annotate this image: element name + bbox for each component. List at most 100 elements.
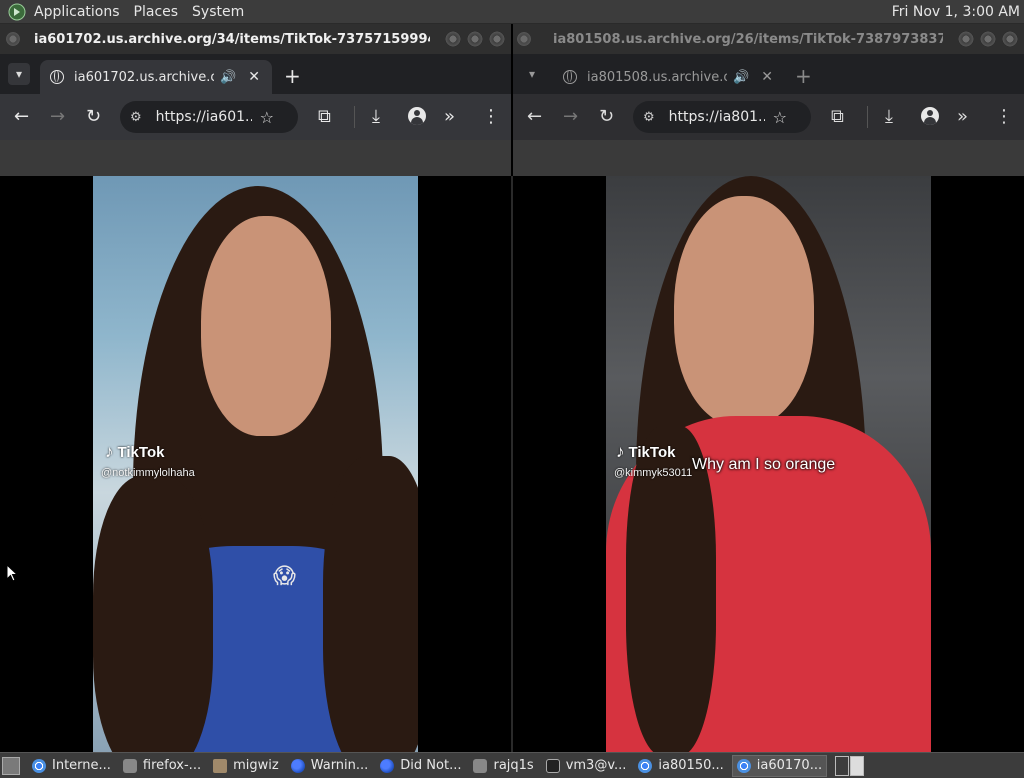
close-window-icon[interactable]	[1002, 31, 1018, 47]
taskbar-item-label: Interne...	[52, 758, 111, 773]
video-frame	[93, 476, 213, 752]
window-titlebar[interactable]: ia601702.us.archive.org/34/items/TikTok-…	[0, 24, 511, 54]
url-text[interactable]: https://ia801...	[669, 109, 765, 125]
globe-icon	[50, 70, 64, 84]
back-icon[interactable]: ←	[527, 106, 542, 128]
tiktok-brand: TikTok	[117, 443, 165, 461]
toolbar-divider	[354, 106, 355, 128]
close-tab-icon[interactable]: ✕	[248, 69, 260, 85]
extensions-icon[interactable]: ⧉	[831, 106, 844, 128]
site-settings-icon[interactable]: ⚙	[643, 110, 655, 125]
bookmark-star-icon[interactable]: ☆	[260, 108, 274, 127]
address-bar[interactable]: ⚙ https://ia801... ☆	[633, 101, 811, 133]
download-icon[interactable]: ⤓	[885, 106, 893, 128]
taskbar-item[interactable]: rajq1s	[469, 755, 537, 777]
speaker-icon[interactable]: 🔊	[733, 70, 749, 85]
tiktok-video-player[interactable]: ♪ TikTok @notkimmylolhaha 😱	[93, 176, 418, 752]
show-desktop-icon[interactable]	[2, 756, 20, 775]
taskbar-item[interactable]: vm3@v...	[542, 755, 631, 777]
video-caption: Why am I so orange	[692, 456, 836, 473]
taskbar-item-label: migwiz	[233, 758, 279, 773]
tiktok-watermark: ♪ TikTok	[105, 442, 164, 462]
new-tab-button[interactable]: +	[795, 64, 812, 88]
right-page-content: ♪ TikTok @kimmyk53011 Why am I so orange	[513, 176, 1024, 752]
close-window-icon[interactable]	[489, 31, 505, 47]
profile-avatar-icon[interactable]	[921, 107, 939, 125]
site-settings-icon[interactable]: ⚙	[130, 110, 142, 125]
menu-kebab-icon[interactable]: ⋮	[995, 106, 1013, 128]
top-panel: Applications Places System Fri Nov 1, 3:…	[0, 0, 1024, 24]
taskbar-item[interactable]: Interne...	[28, 755, 115, 777]
terminal-icon	[545, 758, 560, 773]
document-icon	[122, 758, 137, 773]
reload-icon[interactable]: ↻	[86, 106, 101, 128]
forward-icon[interactable]: →	[563, 106, 578, 128]
chrome-icon	[736, 758, 751, 773]
maximize-icon[interactable]	[980, 31, 996, 47]
tab-strip: ▾ ia801508.us.archive.org/ 🔊 ✕ +	[513, 54, 1024, 94]
taskbar-item-label: rajq1s	[493, 758, 534, 773]
address-bar[interactable]: ⚙ https://ia601... ☆	[120, 101, 298, 133]
download-icon[interactable]: ⤓	[372, 106, 380, 128]
gnome-foot-icon[interactable]	[8, 3, 26, 21]
close-tab-icon[interactable]: ✕	[761, 69, 773, 85]
window-menu-icon[interactable]	[6, 32, 20, 46]
workspace-switcher[interactable]	[835, 755, 865, 776]
extensions-icon[interactable]: ⧉	[318, 106, 331, 128]
left-page-content: ♪ TikTok @notkimmylolhaha 😱	[0, 176, 511, 752]
workspace-2[interactable]	[850, 755, 865, 776]
firefox-icon	[380, 758, 395, 773]
workspace-1[interactable]	[835, 755, 850, 776]
tiktok-brand: TikTok	[628, 443, 676, 461]
forward-icon[interactable]: →	[50, 106, 65, 128]
tiktok-video-player[interactable]: ♪ TikTok @kimmyk53011 Why am I so orange	[606, 176, 931, 752]
tiktok-logo-icon: ♪	[105, 442, 114, 461]
maximize-icon[interactable]	[467, 31, 483, 47]
globe-icon	[563, 70, 577, 84]
taskbar-item[interactable]: ia80150...	[634, 755, 727, 777]
scream-emoji-icon: 😱	[273, 564, 296, 589]
right-browser-window: ia801508.us.archive.org/26/items/TikTok-…	[513, 24, 1024, 176]
reload-icon[interactable]: ↻	[599, 106, 614, 128]
more-tools-icon[interactable]: »	[957, 106, 968, 128]
toolbar-divider	[867, 106, 868, 128]
tab-title: ia801508.us.archive.org/	[587, 69, 727, 85]
profile-avatar-icon[interactable]	[408, 107, 426, 125]
new-tab-button[interactable]: +	[284, 64, 301, 88]
speaker-icon[interactable]: 🔊	[220, 70, 236, 85]
tab-search-icon[interactable]: ▾	[8, 63, 30, 85]
window-menu-icon[interactable]	[517, 32, 531, 46]
taskbar-item-label: ia80150...	[658, 758, 724, 773]
window-titlebar[interactable]: ia801508.us.archive.org/26/items/TikTok-…	[513, 24, 1024, 54]
taskbar-item[interactable]: Warnin...	[287, 755, 373, 777]
tab-search-icon[interactable]: ▾	[521, 63, 543, 85]
tab-strip: ▾ ia601702.us.archive.org/3 🔊 ✕ +	[0, 54, 511, 94]
minimize-icon[interactable]	[958, 31, 974, 47]
menu-kebab-icon[interactable]: ⋮	[482, 106, 500, 128]
system-menu[interactable]: System	[192, 4, 244, 20]
taskbar-item-label: vm3@v...	[565, 758, 627, 773]
taskbar-item-label: firefox-...	[142, 758, 202, 773]
tiktok-logo-icon: ♪	[616, 442, 625, 461]
browser-toolbar: ← → ↻ ⚙ https://ia801... ☆ ⧉ ⤓ » ⋮	[513, 94, 1024, 140]
tab-active[interactable]: ia601702.us.archive.org/3 🔊 ✕	[40, 60, 272, 94]
taskbar-item[interactable]: Did Not...	[376, 755, 465, 777]
minimize-icon[interactable]	[445, 31, 461, 47]
url-text[interactable]: https://ia601...	[156, 109, 252, 125]
more-tools-icon[interactable]: »	[444, 106, 455, 128]
taskbar-item-active[interactable]: ia60170...	[731, 754, 828, 777]
video-frame	[674, 196, 814, 426]
chrome-icon	[32, 758, 46, 773]
document-icon	[473, 758, 488, 773]
tab-active[interactable]: ia801508.us.archive.org/ 🔊 ✕	[553, 60, 785, 94]
bookmark-star-icon[interactable]: ☆	[773, 108, 787, 127]
applications-menu[interactable]: Applications	[34, 4, 120, 20]
places-menu[interactable]: Places	[134, 4, 179, 20]
tiktok-handle: @kimmyk53011	[614, 467, 693, 479]
taskbar-item[interactable]: migwiz	[209, 755, 283, 777]
taskbar-item[interactable]: firefox-...	[119, 755, 205, 777]
back-icon[interactable]: ←	[14, 106, 29, 128]
tiktok-watermark: ♪ TikTok	[616, 442, 675, 462]
clock[interactable]: Fri Nov 1, 3:00 AM	[892, 4, 1020, 20]
